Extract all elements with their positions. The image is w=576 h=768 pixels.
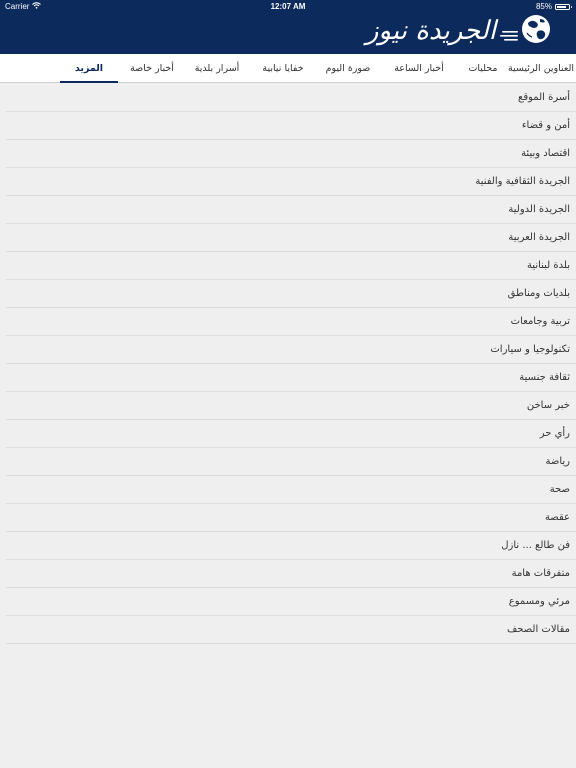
tab-6[interactable]: أسرار بلدية: [186, 54, 248, 82]
list-item[interactable]: صحة: [6, 476, 576, 504]
list-item[interactable]: ثقافة جنسية: [6, 364, 576, 392]
list-item[interactable]: الجريدة الدولية: [6, 196, 576, 224]
app-logo: الجريدة نيوز: [366, 12, 556, 50]
battery-percent: 85%: [535, 2, 552, 11]
more-menu-list: أسرة الموقع أمن و قضاء اقتصاد وبيئة الجريدة…: [0, 84, 576, 644]
globe-logo-icon: [500, 11, 556, 51]
tab-1[interactable]: العناوين الرئيسية: [506, 54, 576, 82]
tab-5[interactable]: خفايا نيابية: [248, 54, 318, 82]
list-item[interactable]: عقصة: [6, 504, 576, 532]
list-item[interactable]: بلديات ومناطق: [6, 280, 576, 308]
list-item[interactable]: مرئي ومسموع: [6, 588, 576, 616]
list-item[interactable]: أمن و قضاء: [6, 112, 576, 140]
logo-text: الجريدة نيوز: [365, 16, 496, 46]
list-item[interactable]: أسرة الموقع: [6, 84, 576, 112]
list-item[interactable]: اقتصاد وبيئة: [6, 140, 576, 168]
list-item[interactable]: الجريدة العربية: [6, 224, 576, 252]
tab-8[interactable]: المزيد: [60, 54, 118, 83]
battery-fill: [557, 5, 567, 8]
battery-icon: [555, 3, 572, 10]
list-item[interactable]: بلدة لبنانية: [6, 252, 576, 280]
status-time: 12:07 AM: [270, 2, 306, 11]
tab-4[interactable]: صورة اليوم: [318, 54, 378, 82]
list-item[interactable]: خبر ساخن: [6, 392, 576, 420]
list-item[interactable]: تربية وجامعات: [6, 308, 576, 336]
tab-3[interactable]: أخبار الساعة: [378, 54, 460, 82]
list-item[interactable]: فن طالع ... نازل: [6, 532, 576, 560]
list-item[interactable]: تكنولوجيا و سيارات: [6, 336, 576, 364]
list-item[interactable]: الجريدة الثقافية والفنية: [6, 168, 576, 196]
status-right: 85%: [535, 2, 572, 11]
list-item[interactable]: رأي حر: [6, 420, 576, 448]
list-item[interactable]: متفرقات هامة: [6, 560, 576, 588]
category-tabs: العناوين الرئيسية محليات أخبار الساعة صورة …: [0, 54, 576, 83]
tab-2[interactable]: محليات: [460, 54, 506, 82]
tab-7[interactable]: أخبار خاصة: [118, 54, 186, 82]
list-item[interactable]: رياضة: [6, 448, 576, 476]
list-item[interactable]: مقالات الصحف: [6, 616, 576, 644]
app-header: Carrier 12:07 AM 85% الجريدة نيوز: [0, 0, 576, 54]
